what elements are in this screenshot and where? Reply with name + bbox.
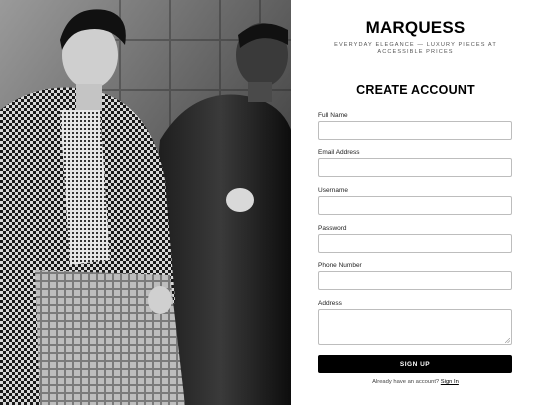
hero-photo-illustration <box>0 0 291 405</box>
username-label: Username <box>318 187 348 194</box>
sign-up-button[interactable]: SIGN UP <box>318 355 512 373</box>
email-field[interactable] <box>318 158 512 177</box>
phone-field[interactable] <box>318 271 512 290</box>
brand-tagline: EVERYDAY ELEGANCE — LUXURY PIECES AT ACC… <box>334 42 497 55</box>
sign-in-prompt: Already have an account? Sign In <box>291 379 540 385</box>
signup-panel: MARQUESS EVERYDAY ELEGANCE — LUXURY PIEC… <box>291 0 540 405</box>
full-name-label: Full Name <box>318 112 348 119</box>
hero-photo <box>0 0 291 405</box>
password-label: Password <box>318 225 347 232</box>
address-label: Address <box>318 300 342 307</box>
resize-handle-icon[interactable] <box>505 338 510 343</box>
email-label: Email Address <box>318 149 360 156</box>
password-field[interactable] <box>318 234 512 253</box>
page-title: CREATE ACCOUNT <box>356 83 475 97</box>
phone-label: Phone Number <box>318 262 362 269</box>
brand-logo: MARQUESS <box>365 18 466 37</box>
sign-in-link[interactable]: Sign In <box>441 379 459 385</box>
username-field[interactable] <box>318 196 512 215</box>
full-name-field[interactable] <box>318 121 512 140</box>
address-textarea[interactable] <box>318 309 512 345</box>
sign-in-prompt-text: Already have an account? <box>372 379 440 385</box>
